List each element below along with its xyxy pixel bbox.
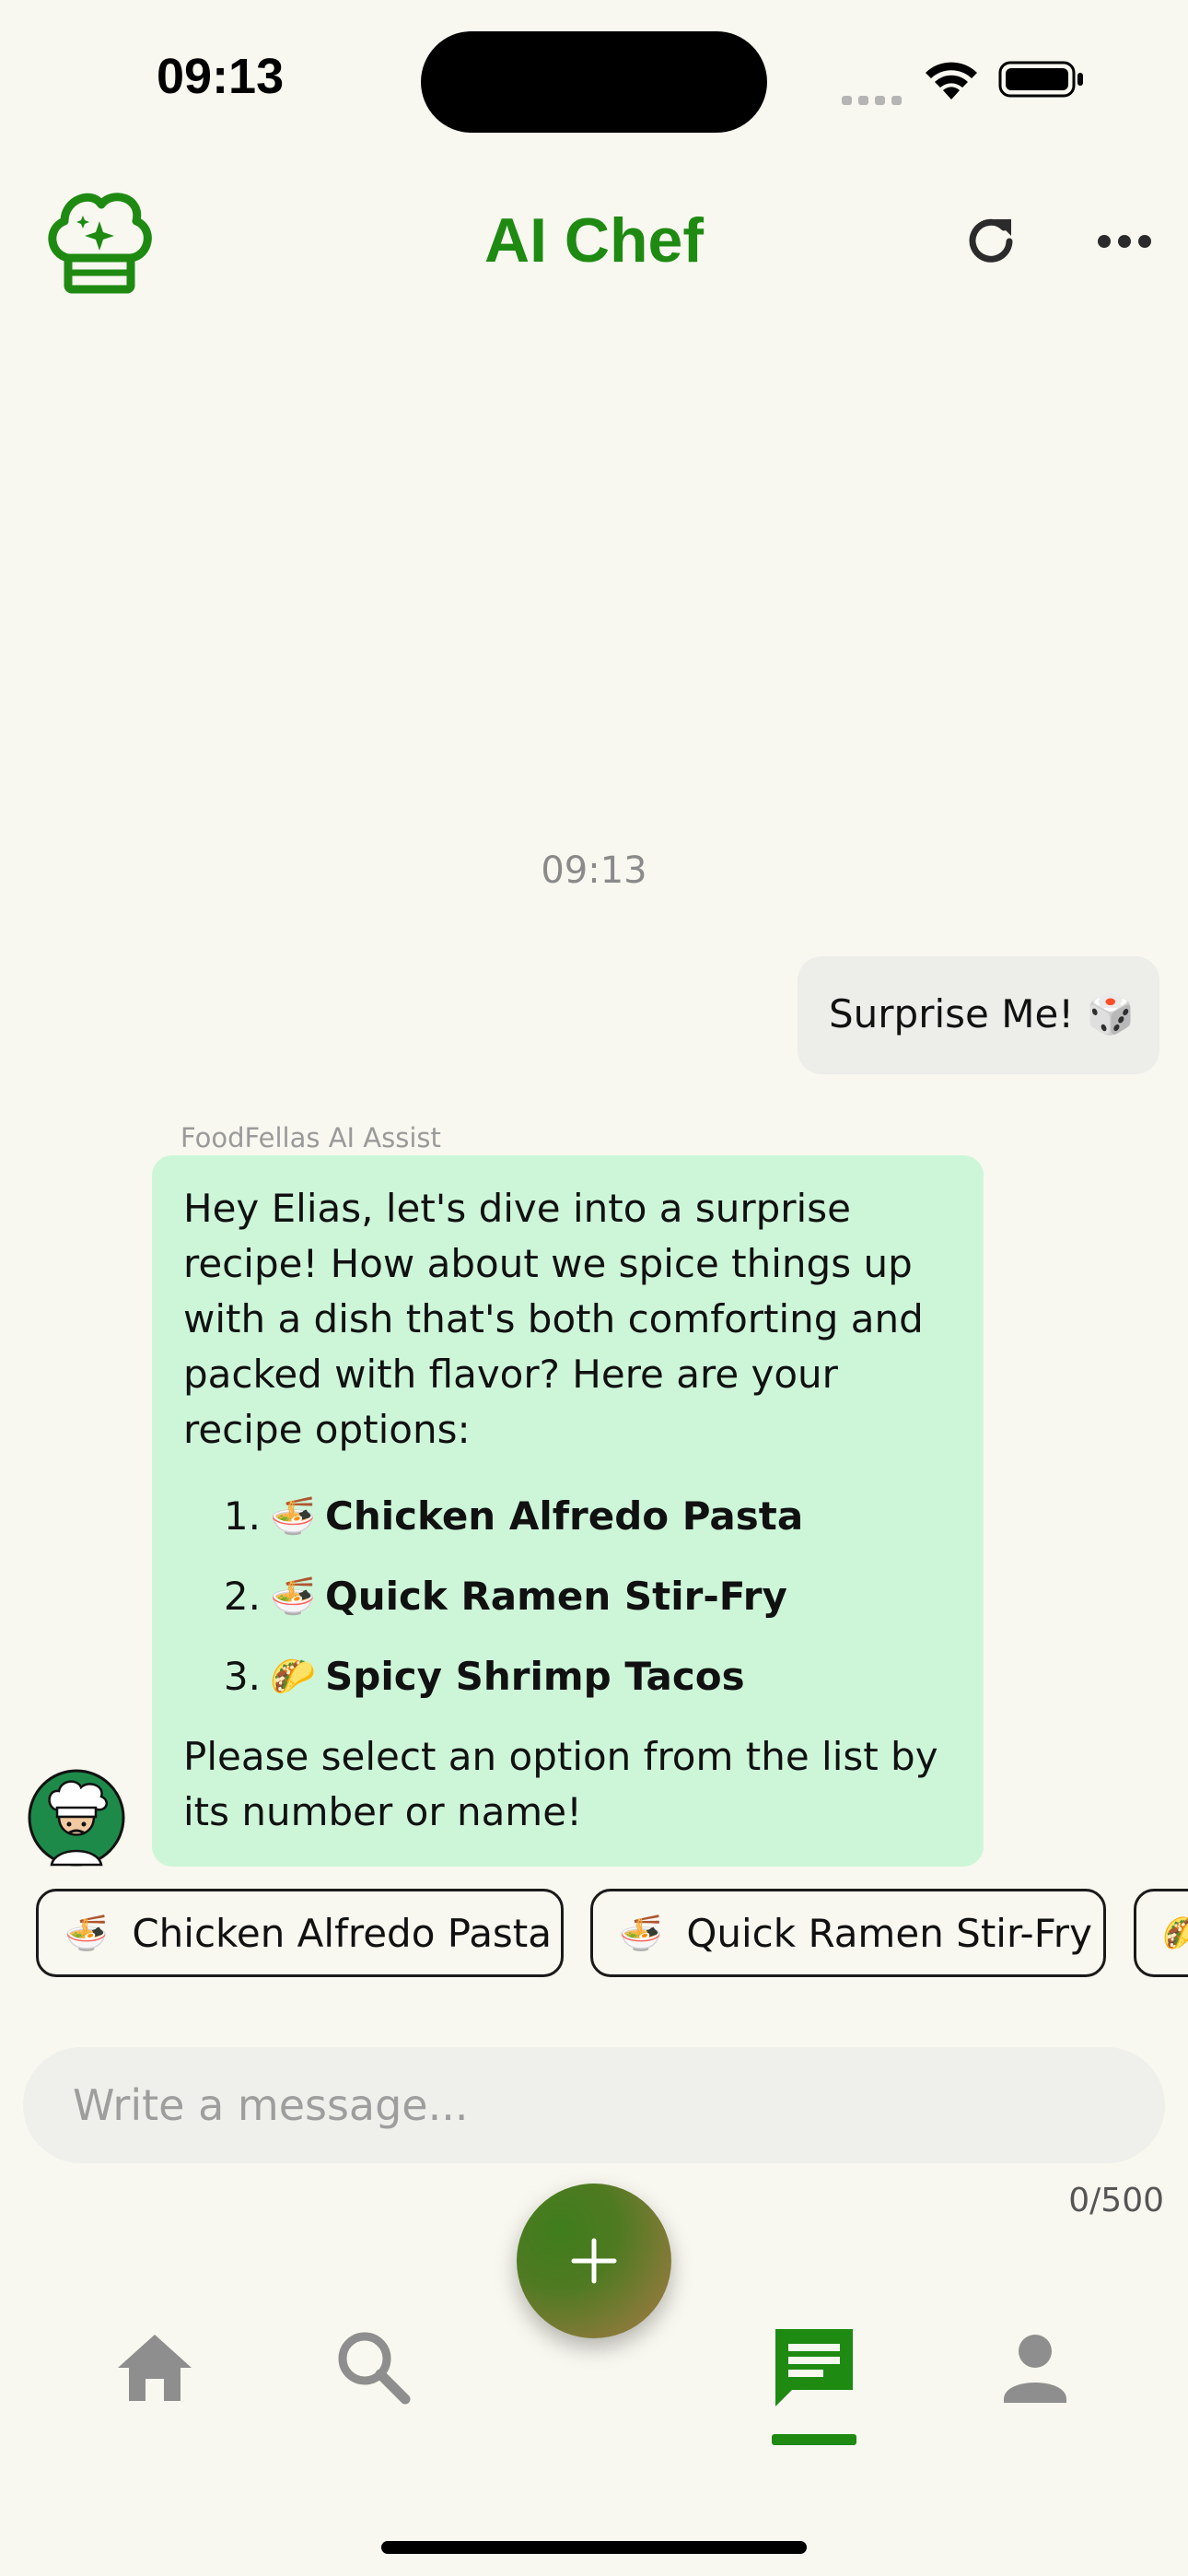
taco-emoji-icon: 🌮	[1162, 1913, 1188, 1954]
list-item: 3. 🌮 Spicy Shrimp Tacos	[183, 1636, 956, 1716]
option-name: Quick Ramen Stir-Fry	[325, 1573, 787, 1619]
cellular-signal-icon	[842, 96, 902, 105]
message-input[interactable]	[23, 2047, 1165, 2163]
more-horizontal-icon[interactable]	[1092, 216, 1157, 267]
status-time: 09:13	[157, 49, 285, 104]
bot-outro-text: Please select an option from the list by…	[183, 1734, 938, 1834]
dynamic-island	[421, 31, 767, 133]
list-item: 2. 🍜 Quick Ramen Stir-Fry	[183, 1556, 956, 1636]
battery-icon	[998, 61, 1083, 98]
quick-reply-chip[interactable]: 🍜 Quick Ramen Stir-Fry	[590, 1889, 1106, 1977]
active-tab-indicator	[772, 2434, 856, 2445]
bot-sender-label: FoodFellas AI Assist	[181, 1122, 441, 1153]
chat-timestamp: 09:13	[541, 849, 647, 892]
list-item: 1. 🍜 Chicken Alfredo Pasta	[183, 1476, 956, 1556]
add-button[interactable]	[517, 2184, 671, 2338]
ramen-emoji-icon: 🍜	[270, 1575, 316, 1618]
option-name: Spicy Shrimp Tacos	[325, 1653, 745, 1699]
option-number: 1.	[223, 1493, 261, 1539]
home-icon[interactable]	[109, 2322, 201, 2414]
search-icon[interactable]	[328, 2322, 420, 2414]
bot-message-bubble: Hey Elias, let's dive into a surprise re…	[152, 1155, 984, 1867]
bot-avatar	[28, 1769, 125, 1867]
option-number: 2.	[223, 1573, 261, 1619]
taco-emoji-icon: 🌮	[270, 1655, 316, 1698]
quick-reply-chip[interactable]: 🍜 Chicken Alfredo Pasta	[36, 1889, 564, 1977]
bowl-emoji-icon: 🍜	[270, 1494, 316, 1538]
user-message-bubble: Surprise Me! 🎲	[798, 956, 1159, 1074]
option-number: 3.	[223, 1653, 261, 1699]
refresh-icon[interactable]	[958, 208, 1024, 275]
quick-reply-label: Chicken Alfredo Pasta	[132, 1910, 553, 1956]
plus-icon	[571, 2238, 617, 2284]
quick-reply-chip[interactable]: 🌮	[1134, 1889, 1188, 1977]
chat-icon[interactable]	[768, 2322, 860, 2414]
bot-intro-text: Hey Elias, let's dive into a surprise re…	[183, 1186, 924, 1452]
character-count: 0/500	[1068, 2182, 1164, 2219]
profile-icon[interactable]	[989, 2322, 1081, 2414]
home-indicator	[381, 2541, 807, 2554]
option-name: Chicken Alfredo Pasta	[325, 1493, 804, 1539]
quick-reply-label: Quick Ramen Stir-Fry	[686, 1910, 1092, 1956]
bowl-emoji-icon: 🍜	[64, 1912, 109, 1953]
ramen-emoji-icon: 🍜	[619, 1912, 663, 1953]
recipe-options-list: 1. 🍜 Chicken Alfredo Pasta 2. 🍜 Quick Ra…	[183, 1476, 956, 1716]
wifi-icon	[926, 62, 977, 100]
